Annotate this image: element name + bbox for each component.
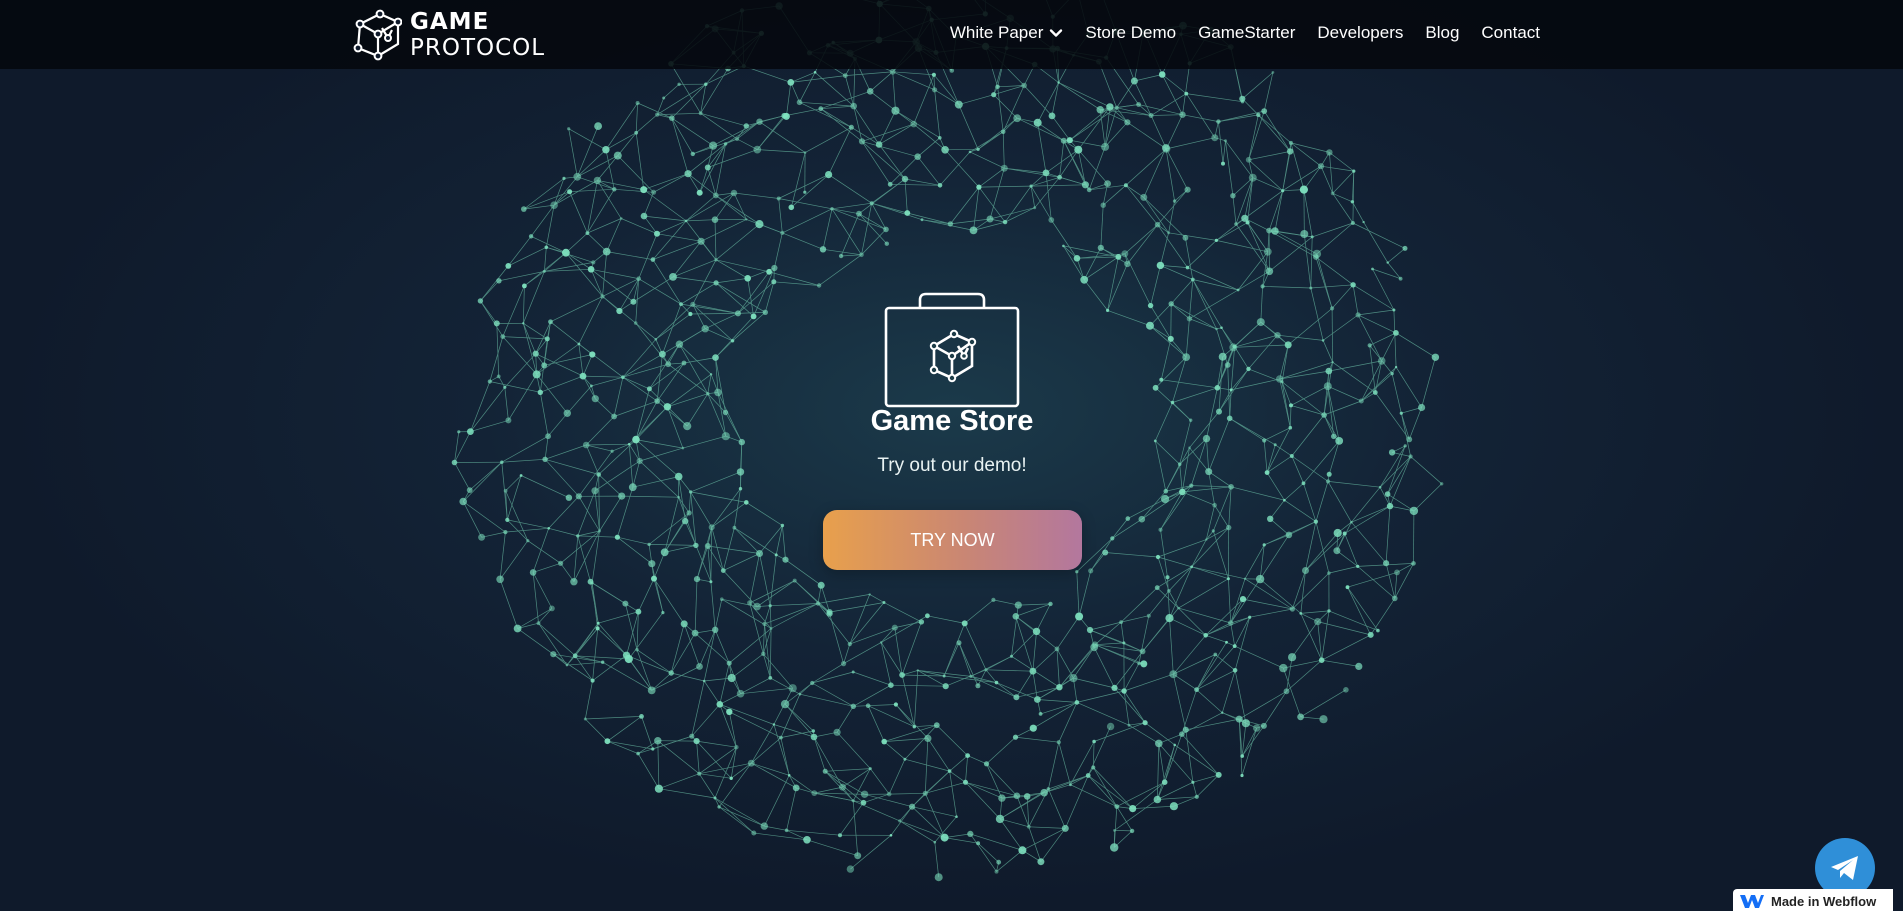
nav-gamestarter[interactable]: GameStarter <box>1198 23 1295 43</box>
cube-network-icon <box>353 9 402 61</box>
webflow-label: Made in Webflow <box>1771 893 1877 909</box>
logo-line-game: GAME <box>410 9 490 35</box>
try-now-button[interactable]: TRY NOW <box>823 510 1082 570</box>
telegram-icon <box>1831 856 1858 880</box>
logo-line-protocol: PROTOCOL <box>410 35 546 61</box>
hero-title: Game Store <box>870 405 1034 437</box>
hero-section: Game Store Try out our demo! TRY NOW <box>0 0 1903 911</box>
logo-wordmark: GAME PROTOCOL <box>410 9 545 61</box>
hero-subtitle: Try out our demo! <box>877 455 1027 476</box>
nav-blog-label: Blog <box>1425 23 1460 42</box>
nav-blog[interactable]: Blog <box>1425 23 1459 43</box>
nav-contact[interactable]: Contact <box>1481 23 1540 43</box>
nav-store-demo-label: Store Demo <box>1085 23 1177 42</box>
top-navigation-bar: GAME PROTOCOL White Paper Store Demo Gam… <box>0 0 1903 69</box>
nav-developers-label: Developers <box>1317 23 1404 42</box>
nav-white-paper[interactable]: White Paper <box>950 23 1064 43</box>
page: GAME PROTOCOL White Paper Store Demo Gam… <box>0 0 1903 911</box>
webflow-logo-icon <box>1740 895 1764 908</box>
nav-developers[interactable]: Developers <box>1317 23 1403 43</box>
game-protocol-logo[interactable]: GAME PROTOCOL <box>352 8 545 62</box>
nav-contact-label: Contact <box>1481 23 1540 42</box>
nav-gamestarter-label: GameStarter <box>1198 23 1296 42</box>
main-nav: White Paper Store Demo GameStarter Devel… <box>950 0 1540 66</box>
nav-store-demo[interactable]: Store Demo <box>1085 23 1176 43</box>
store-bag-icon <box>884 292 1020 408</box>
nav-white-paper-label: White Paper <box>949 23 1044 42</box>
made-in-webflow-badge[interactable]: Made in Webflow <box>1733 889 1893 911</box>
chevron-down-icon <box>1050 29 1063 37</box>
